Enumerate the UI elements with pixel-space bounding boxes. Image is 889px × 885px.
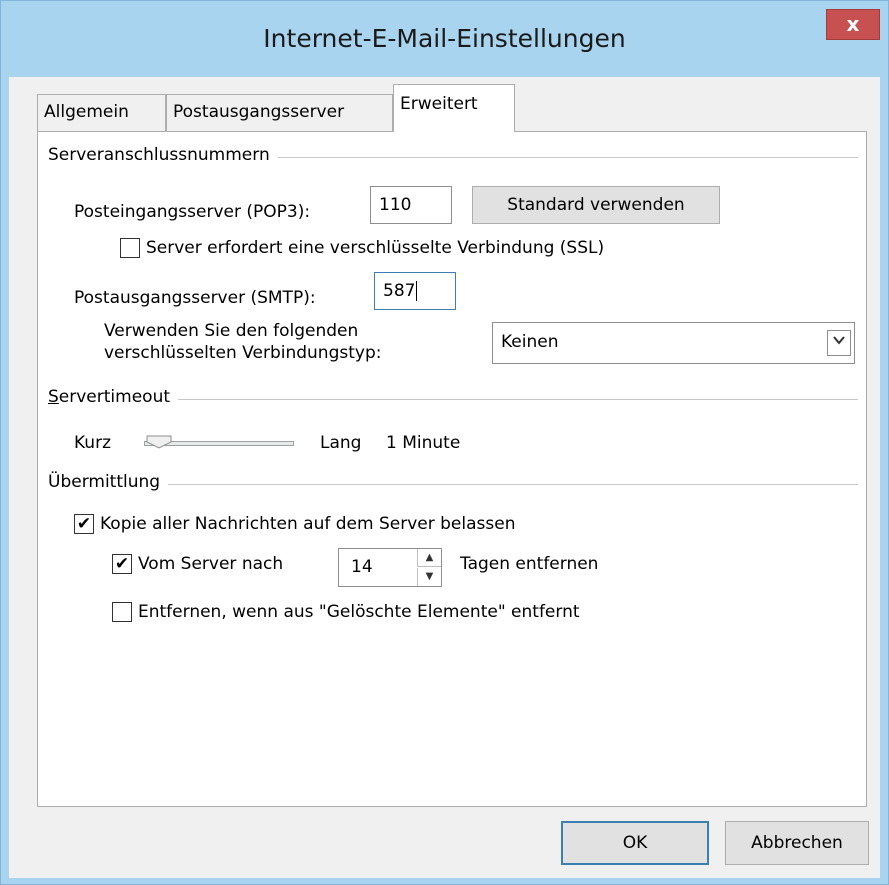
pop3-port-input[interactable]: 110 <box>370 186 452 224</box>
timeout-title-rest: ervertimeout <box>58 387 171 407</box>
encryption-type-select[interactable]: Keinen <box>492 322 855 364</box>
timeout-value: 1 Minute <box>386 433 461 453</box>
pop3-port-value: 110 <box>379 195 412 215</box>
tab-allgemein[interactable]: Allgemein <box>37 94 166 131</box>
checkmark-icon: ✔ <box>76 514 92 534</box>
ok-label: OK <box>622 833 648 853</box>
smtp-port-input[interactable]: 587 <box>374 272 456 310</box>
remove-after-checkbox[interactable]: ✔ <box>112 554 132 574</box>
smtp-label: Postausgangsserver (SMTP): <box>74 288 316 308</box>
days-value: 14 <box>351 557 373 577</box>
text-caret <box>416 281 418 301</box>
use-default-label: Standard verwenden <box>507 195 685 215</box>
days-suffix-label: Tagen entfernen <box>460 554 599 574</box>
window-title: Internet-E-Mail-Einstellungen <box>263 24 626 53</box>
remove-deleted-checkbox[interactable] <box>112 602 132 622</box>
dialog-client: Allgemein Postausgangsserver Erweitert S… <box>9 77 880 878</box>
remove-after-label: Vom Server nach <box>138 554 284 574</box>
group-divider <box>48 484 858 485</box>
close-button[interactable]: x <box>826 9 880 40</box>
spin-down-icon[interactable]: ▼ <box>417 568 441 586</box>
encryption-label-line1: Verwenden Sie den folgenden <box>104 321 359 341</box>
dialog-window: Internet-E-Mail-Einstellungen x Allgemei… <box>0 0 889 885</box>
group-title-delivery: Übermittlung <box>48 472 169 492</box>
tab-postausgangsserver[interactable]: Postausgangsserver <box>166 94 393 131</box>
cancel-label: Abbrechen <box>751 833 843 853</box>
pop3-label: Posteingangsserver (POP3): <box>74 202 311 222</box>
use-default-button[interactable]: Standard verwenden <box>472 186 720 224</box>
encryption-type-value: Keinen <box>501 332 559 352</box>
close-icon: x <box>846 12 860 36</box>
smtp-port-value: 587 <box>383 281 416 301</box>
encryption-label: Verwenden Sie den folgenden verschlüssel… <box>104 320 381 364</box>
cancel-button[interactable]: Abbrechen <box>725 821 869 865</box>
chevron-down-icon[interactable] <box>827 330 851 356</box>
ssl-label: Server erfordert eine verschlüsselte Ver… <box>146 238 605 258</box>
tab-label: Allgemein <box>44 102 129 122</box>
days-spinner[interactable]: 14 ▲ ▼ <box>338 548 442 587</box>
tab-label: Postausgangsserver <box>173 102 345 122</box>
remove-deleted-label: Entfernen, wenn aus "Gelöschte Elemente"… <box>138 602 580 622</box>
checkmark-icon: ✔ <box>114 554 130 574</box>
spin-up-icon[interactable]: ▲ <box>417 549 441 567</box>
tab-erweitert[interactable]: Erweitert <box>393 84 515 132</box>
group-title-ports: Serveranschlussnummern <box>48 145 278 165</box>
ok-button[interactable]: OK <box>561 821 709 865</box>
tab-page-erweitert: Serveranschlussnummern Posteingangsserve… <box>37 131 867 807</box>
encryption-label-line2: verschlüsselten Verbindungstyp: <box>104 343 382 363</box>
group-title-timeout: Servertimeout <box>48 387 179 407</box>
timeout-long-label: Lang <box>320 433 362 453</box>
keep-copy-checkbox[interactable]: ✔ <box>74 514 94 534</box>
tab-label: Erweitert <box>400 94 478 114</box>
keep-copy-label: Kopie aller Nachrichten auf dem Server b… <box>100 514 516 534</box>
ssl-checkbox[interactable] <box>120 238 140 258</box>
timeout-short-label: Kurz <box>74 433 111 453</box>
